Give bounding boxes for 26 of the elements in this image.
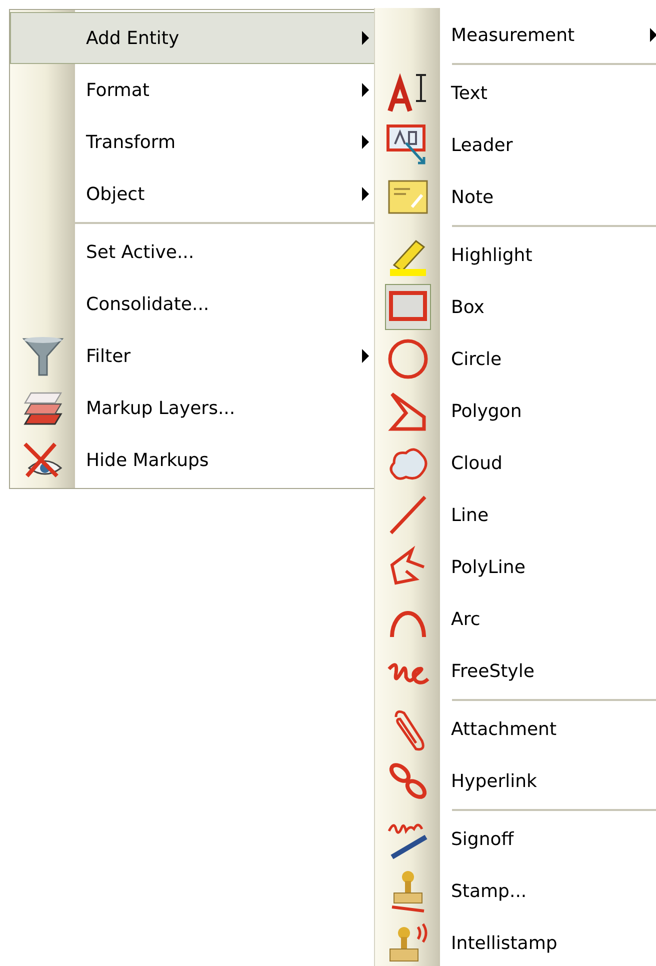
menu-item[interactable]: Cloud: [375, 437, 656, 489]
menu-item[interactable]: Hyperlink: [375, 755, 656, 807]
funnel-icon: [20, 334, 64, 378]
submenu-arrow-icon: [650, 28, 656, 42]
menu-item[interactable]: Markup Layers...: [10, 382, 375, 434]
menu-item[interactable]: Line: [375, 489, 656, 541]
menu-item[interactable]: Attachment: [375, 703, 656, 755]
menu-item[interactable]: FreeStyle: [375, 645, 656, 697]
menu-item[interactable]: Highlight: [375, 229, 656, 281]
menu-item[interactable]: Polygon: [375, 385, 656, 437]
menu-item[interactable]: Intellistamp: [375, 917, 656, 966]
menu-item[interactable]: PolyLine: [375, 541, 656, 593]
menu-item[interactable]: Add Entity: [10, 12, 375, 64]
menu-item[interactable]: Circle: [375, 333, 656, 385]
menu-item[interactable]: Hide Markups: [10, 434, 375, 486]
menu-item[interactable]: Set Active...: [10, 226, 375, 278]
menu-item[interactable]: Consolidate...: [10, 278, 375, 330]
menu-item[interactable]: Signoff: [375, 813, 656, 865]
menu-item[interactable]: Arc: [375, 593, 656, 645]
menu-item[interactable]: Stamp...: [375, 865, 656, 917]
menu-item[interactable]: Measurement: [375, 9, 656, 61]
menu-item[interactable]: Text: [375, 67, 656, 119]
menu-item[interactable]: Box: [375, 281, 656, 333]
menu-item[interactable]: Filter: [10, 330, 375, 382]
menu-item[interactable]: Note: [375, 171, 656, 223]
menu-item[interactable]: Leader: [375, 119, 656, 171]
